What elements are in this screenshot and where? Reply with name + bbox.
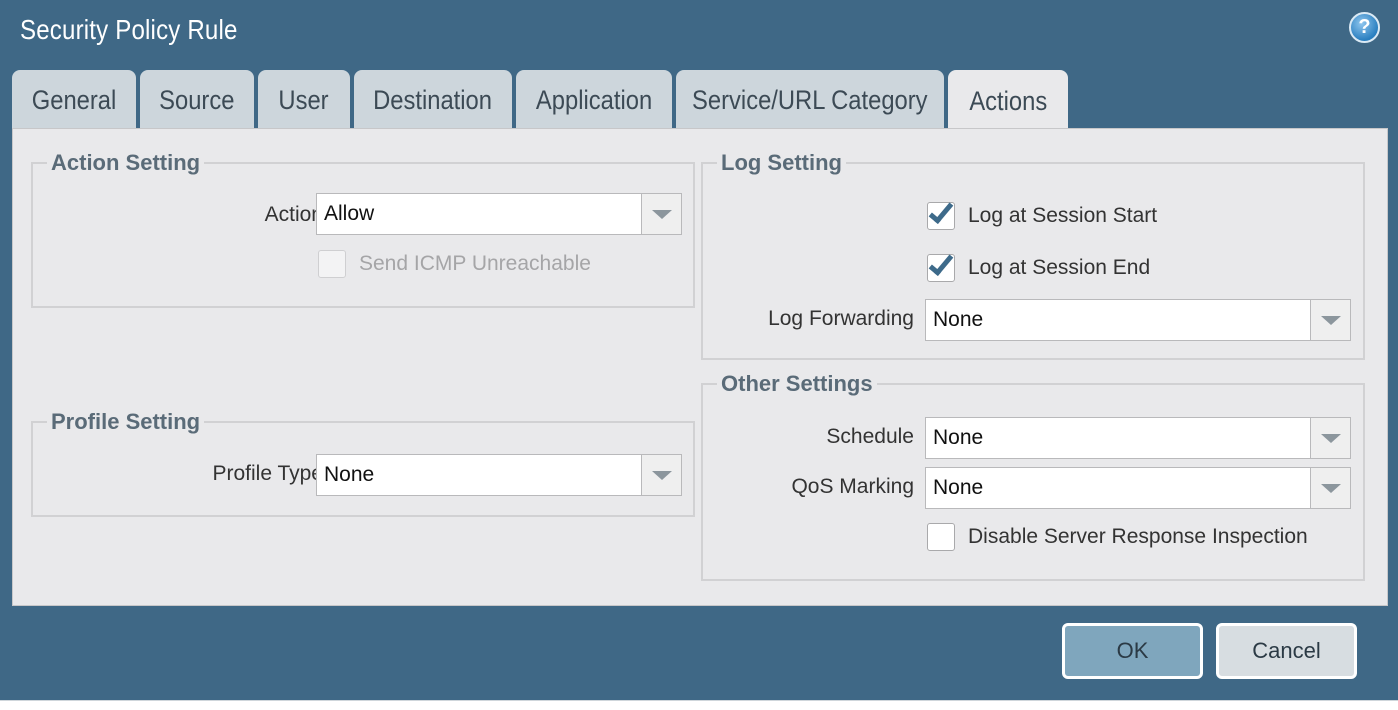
chevron-down-icon[interactable] bbox=[641, 455, 681, 495]
log-forwarding-label: Log Forwarding bbox=[768, 307, 914, 330]
tab-label: Service/URL Category bbox=[692, 84, 928, 115]
tab-source[interactable]: Source bbox=[140, 70, 254, 130]
log-forwarding-select[interactable]: None bbox=[925, 299, 1351, 341]
profile-type-select[interactable]: None bbox=[316, 454, 682, 496]
chevron-down-icon[interactable] bbox=[1310, 468, 1350, 508]
tab-user[interactable]: User bbox=[258, 70, 350, 130]
tab-destination[interactable]: Destination bbox=[354, 70, 512, 130]
action-select[interactable]: Allow bbox=[316, 193, 682, 235]
log-forwarding-value: None bbox=[933, 308, 984, 331]
tab-general[interactable]: General bbox=[12, 70, 136, 130]
profile-type-value: None bbox=[324, 463, 375, 486]
schedule-label: Schedule bbox=[826, 425, 914, 448]
schedule-value: None bbox=[933, 426, 984, 449]
help-icon[interactable]: ? bbox=[1349, 12, 1380, 43]
other-settings-title: Other Settings bbox=[717, 371, 877, 397]
dialog-title: Security Policy Rule bbox=[20, 14, 238, 45]
qos-marking-value: None bbox=[933, 476, 984, 499]
log-end-label: Log at Session End bbox=[968, 256, 1151, 279]
log-start-label: Log at Session Start bbox=[968, 204, 1158, 227]
tab-application[interactable]: Application bbox=[516, 70, 672, 130]
tab-panel-actions: Action Setting Action Allow Send ICMP Un… bbox=[12, 128, 1388, 606]
action-label: Action bbox=[264, 203, 323, 226]
tab-label: User bbox=[278, 84, 330, 115]
log-start-row: Log at Session Start bbox=[927, 197, 1158, 230]
tab-service-url-category[interactable]: Service/URL Category bbox=[676, 70, 944, 130]
log-end-checkbox[interactable] bbox=[927, 249, 955, 282]
schedule-select[interactable]: None bbox=[925, 417, 1351, 459]
profile-setting-group: Profile Setting Profile Type None bbox=[31, 409, 695, 517]
action-setting-group: Action Setting Action Allow Send ICMP Un… bbox=[31, 150, 695, 308]
cancel-button[interactable]: Cancel bbox=[1216, 623, 1357, 679]
log-start-checkbox[interactable] bbox=[927, 197, 955, 230]
tab-actions[interactable]: Actions bbox=[948, 70, 1068, 132]
log-end-row: Log at Session End bbox=[927, 249, 1151, 282]
send-icmp-checkbox[interactable] bbox=[318, 250, 346, 278]
action-setting-title: Action Setting bbox=[47, 150, 205, 176]
checkmark-icon bbox=[928, 249, 954, 277]
tab-label: Destination bbox=[373, 84, 493, 115]
chevron-down-icon[interactable] bbox=[1310, 300, 1350, 340]
disable-server-response-label: Disable Server Response Inspection bbox=[968, 525, 1308, 548]
checkmark-icon bbox=[928, 197, 954, 225]
qos-marking-select[interactable]: None bbox=[925, 467, 1351, 509]
chevron-down-icon[interactable] bbox=[641, 194, 681, 234]
action-value: Allow bbox=[324, 202, 375, 225]
qos-marking-label: QoS Marking bbox=[791, 475, 914, 498]
tab-label: Actions bbox=[969, 85, 1047, 116]
chevron-down-icon[interactable] bbox=[1310, 418, 1350, 458]
background-table-strip bbox=[0, 700, 1398, 710]
ok-button[interactable]: OK bbox=[1062, 623, 1203, 679]
send-icmp-row: Send ICMP Unreachable bbox=[318, 250, 591, 278]
send-icmp-label: Send ICMP Unreachable bbox=[359, 252, 591, 275]
disable-server-response-checkbox[interactable] bbox=[927, 523, 955, 551]
log-setting-group: Log Setting Log at Session Start Log at … bbox=[701, 150, 1365, 360]
profile-setting-title: Profile Setting bbox=[47, 409, 205, 435]
other-settings-group: Other Settings Schedule None QoS Marking… bbox=[701, 371, 1365, 581]
tab-label: General bbox=[31, 84, 117, 115]
disable-server-response-row: Disable Server Response Inspection bbox=[927, 523, 1308, 551]
tab-label: Application bbox=[535, 84, 653, 115]
tab-label: Source bbox=[159, 84, 235, 115]
profile-type-label: Profile Type bbox=[212, 462, 323, 485]
log-setting-title: Log Setting bbox=[717, 150, 846, 176]
